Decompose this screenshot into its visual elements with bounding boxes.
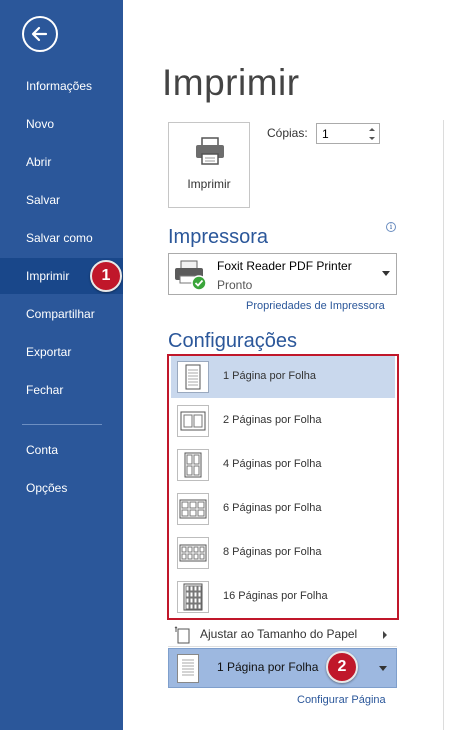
copies-label: Cópias:: [267, 126, 308, 140]
eight-pages-layout-icon: [177, 537, 209, 569]
option-label: 8 Páginas por Folha: [223, 546, 322, 558]
chevron-down-icon: [379, 666, 387, 671]
stepper-down-icon[interactable]: [367, 134, 377, 143]
sidebar-item-exportar[interactable]: Exportar: [0, 334, 123, 370]
sidebar-item-abrir[interactable]: Abrir: [0, 144, 123, 180]
callout-badge-2: 2: [326, 651, 358, 683]
sidebar-item-salvar-como[interactable]: Salvar como: [0, 220, 123, 256]
option-4-pages-per-sheet[interactable]: 4 Páginas por Folha: [171, 444, 395, 486]
sixteen-pages-layout-icon: [177, 581, 209, 613]
fit-page-icon: [174, 626, 190, 644]
option-1-page-per-sheet[interactable]: 1 Página por Folha: [171, 356, 395, 398]
copies-value: 1: [322, 127, 329, 141]
printer-icon: [196, 137, 224, 165]
copies-stepper[interactable]: 1: [316, 123, 380, 144]
printer-dropdown[interactable]: Foxit Reader PDF Printer Pronto: [168, 253, 397, 295]
option-label: 4 Páginas por Folha: [223, 458, 322, 470]
back-button[interactable]: [22, 16, 58, 52]
backstage-sidebar: Informações Novo Abrir Salvar Salvar com…: [0, 0, 123, 730]
settings-heading: Configurações: [168, 330, 297, 352]
fit-to-paper-item[interactable]: Ajustar ao Tamanho do Papel: [168, 623, 397, 647]
option-2-pages-per-sheet[interactable]: 2 Páginas por Folha: [171, 400, 395, 442]
four-pages-layout-icon: [177, 449, 209, 481]
option-6-pages-per-sheet[interactable]: 6 Páginas por Folha: [171, 488, 395, 530]
back-arrow-icon: [31, 26, 48, 42]
sidebar-item-informacoes[interactable]: Informações: [0, 68, 123, 104]
page-title: Imprimir: [162, 62, 300, 103]
info-icon[interactable]: i: [386, 222, 396, 232]
pages-per-sheet-dropdown[interactable]: 1 Página por Folha: [168, 648, 397, 688]
sidebar-divider: [22, 424, 102, 425]
sidebar-item-novo[interactable]: Novo: [0, 106, 123, 142]
print-button[interactable]: Imprimir: [168, 122, 250, 208]
callout-badge-1: 1: [90, 260, 122, 292]
six-pages-layout-icon: [177, 493, 209, 525]
printer-ready-icon: [175, 260, 207, 291]
sidebar-item-conta[interactable]: Conta: [0, 432, 123, 468]
chevron-right-icon: [383, 631, 387, 639]
option-label: 6 Páginas por Folha: [223, 502, 322, 514]
printer-heading: Impressora: [168, 226, 269, 248]
option-8-pages-per-sheet[interactable]: 8 Páginas por Folha: [171, 532, 395, 574]
option-label: 2 Páginas por Folha: [223, 414, 322, 426]
option-16-pages-per-sheet[interactable]: 16 Páginas por Folha: [171, 576, 395, 618]
option-label: 1 Página por Folha: [223, 370, 316, 382]
print-button-label: Imprimir: [187, 177, 231, 191]
option-label: 16 Páginas por Folha: [223, 590, 328, 602]
pages-per-sheet-list: 1 Página por Folha 2 Páginas por Folha 4…: [167, 354, 399, 620]
one-page-layout-icon: [177, 654, 199, 683]
printer-name: Foxit Reader PDF Printer: [217, 259, 352, 273]
sidebar-item-fechar[interactable]: Fechar: [0, 372, 123, 408]
printer-status: Pronto: [217, 278, 253, 292]
chevron-down-icon: [382, 271, 390, 276]
stepper-up-icon[interactable]: [367, 125, 377, 134]
sidebar-item-compartilhar[interactable]: Compartilhar: [0, 296, 123, 332]
one-page-layout-icon: [177, 361, 209, 393]
preview-divider: [443, 120, 444, 730]
pages-per-sheet-value: 1 Página por Folha: [217, 660, 319, 674]
page-setup-link[interactable]: Configurar Página: [297, 694, 386, 706]
printer-properties-link[interactable]: Propriedades de Impressora: [246, 300, 385, 312]
two-pages-layout-icon: [177, 405, 209, 437]
fit-to-paper-label: Ajustar ao Tamanho do Papel: [200, 627, 358, 641]
sidebar-item-salvar[interactable]: Salvar: [0, 182, 123, 218]
sidebar-item-opcoes[interactable]: Opções: [0, 470, 123, 506]
